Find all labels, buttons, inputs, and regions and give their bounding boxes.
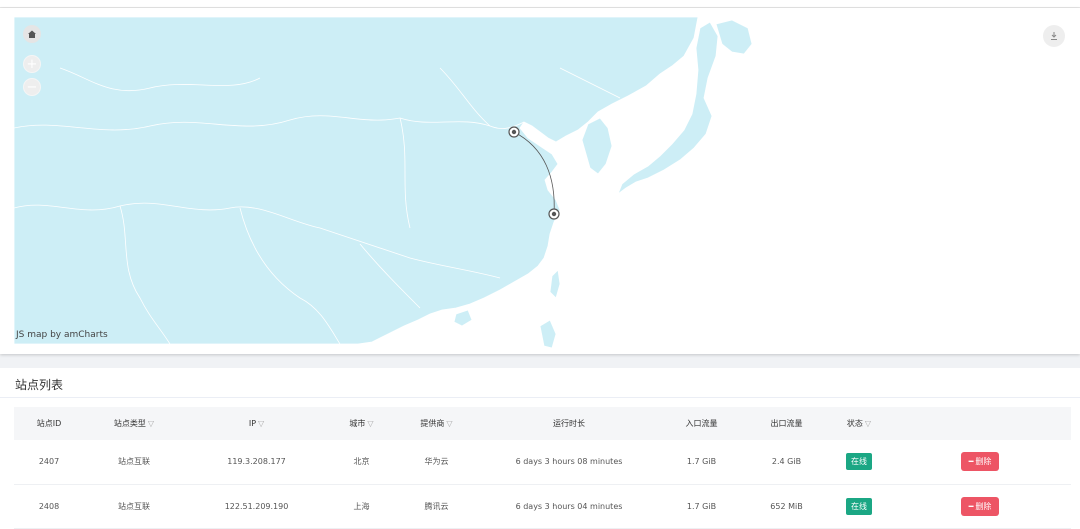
export-button[interactable] (1043, 25, 1065, 47)
col-header-uptime[interactable]: 运行时长 (479, 407, 659, 440)
col-header-status[interactable]: 状态 ▽ (829, 407, 889, 440)
hainan-island (453, 309, 473, 327)
cell-provider: 华为云 (394, 440, 479, 485)
col-header-actions (889, 407, 1071, 440)
plus-icon: + (26, 56, 38, 72)
filter-icon[interactable]: ▽ (865, 419, 871, 428)
taiwan-island (549, 269, 561, 299)
col-header-city[interactable]: 城市 ▽ (329, 407, 394, 440)
col-header-type[interactable]: 站点类型 ▽ (84, 407, 184, 440)
filter-icon[interactable]: ▽ (446, 419, 452, 428)
delete-button[interactable]: ━ 删除 (960, 452, 1000, 472)
cell-inbound: 1.7 GiB (659, 440, 744, 485)
col-header-inbound[interactable]: 入口流量 (659, 407, 744, 440)
cell-id: 2407 (14, 440, 84, 485)
map-panel: + − JS map by amCharts (0, 8, 1080, 354)
hokkaido (715, 19, 753, 55)
col-header-ip[interactable]: IP ▽ (184, 407, 329, 440)
table-row: 2408 站点互联 122.51.209.190 上海 腾讯云 6 days 3… (14, 484, 1071, 529)
cell-inbound: 1.7 GiB (659, 484, 744, 529)
col-header-id[interactable]: 站点ID (14, 407, 84, 440)
status-badge: 在线 (846, 453, 872, 471)
filter-icon[interactable]: ▽ (258, 419, 264, 428)
col-header-provider[interactable]: 提供商 ▽ (394, 407, 479, 440)
section-title: 站点列表 (15, 378, 64, 392)
filter-icon[interactable]: ▽ (367, 419, 373, 428)
minus-icon: − (26, 79, 38, 95)
zoom-in-button[interactable]: + (23, 55, 41, 73)
cell-city: 北京 (329, 440, 394, 485)
marker-beijing[interactable] (508, 126, 520, 138)
cell-ip: 119.3.208.177 (184, 440, 329, 485)
filter-icon[interactable]: ▽ (148, 419, 154, 428)
cell-status: 在线 (829, 484, 889, 529)
cell-ip: 122.51.209.190 (184, 484, 329, 529)
cell-uptime: 6 days 3 hours 08 minutes (479, 440, 659, 485)
divider (0, 397, 1080, 398)
philippines-fragment (539, 319, 557, 349)
minus-icon: ━ (968, 457, 974, 467)
cell-provider: 腾讯云 (394, 484, 479, 529)
delete-label: 删除 (975, 457, 992, 467)
download-icon (1051, 32, 1057, 40)
cell-type: 站点互联 (84, 484, 184, 529)
mainland-asia (13, 16, 699, 345)
cell-actions: ━ 删除 (889, 484, 1071, 529)
col-header-outbound[interactable]: 出口流量 (744, 407, 829, 440)
site-table: 站点ID 站点类型 ▽ IP ▽ 城市 ▽ 提供商 ▽ 运行时长 入口流量 出口流量 状… (14, 407, 1071, 529)
minus-icon: ━ (968, 501, 974, 511)
cell-outbound: 652 MiB (744, 484, 829, 529)
cell-type: 站点互联 (84, 440, 184, 485)
marker-shanghai[interactable] (548, 208, 560, 220)
delete-label: 删除 (975, 501, 992, 511)
zoom-out-button[interactable]: − (23, 78, 41, 96)
korea-peninsula (581, 117, 613, 175)
cell-actions: ━ 删除 (889, 440, 1071, 485)
cell-outbound: 2.4 GiB (744, 440, 829, 485)
site-list-panel: 站点列表 站点ID 站点类型 ▽ IP ▽ 城市 ▽ 提供商 ▽ 运行时长 入口流量 出… (0, 368, 1080, 529)
cell-status: 在线 (829, 440, 889, 485)
cell-uptime: 6 days 3 hours 04 minutes (479, 484, 659, 529)
world-map[interactable] (0, 8, 1080, 354)
table-row: 2407 站点互联 119.3.208.177 北京 华为云 6 days 3 … (14, 440, 1071, 485)
cell-id: 2408 (14, 484, 84, 529)
status-badge: 在线 (846, 497, 872, 515)
home-icon (28, 30, 36, 38)
delete-button[interactable]: ━ 删除 (960, 496, 1000, 516)
home-button[interactable] (23, 25, 41, 43)
map-credit[interactable]: JS map by amCharts (16, 330, 108, 340)
cell-city: 上海 (329, 484, 394, 529)
table-header-row: 站点ID 站点类型 ▽ IP ▽ 城市 ▽ 提供商 ▽ 运行时长 入口流量 出口流量 状… (14, 407, 1071, 440)
top-bar (0, 0, 1080, 8)
